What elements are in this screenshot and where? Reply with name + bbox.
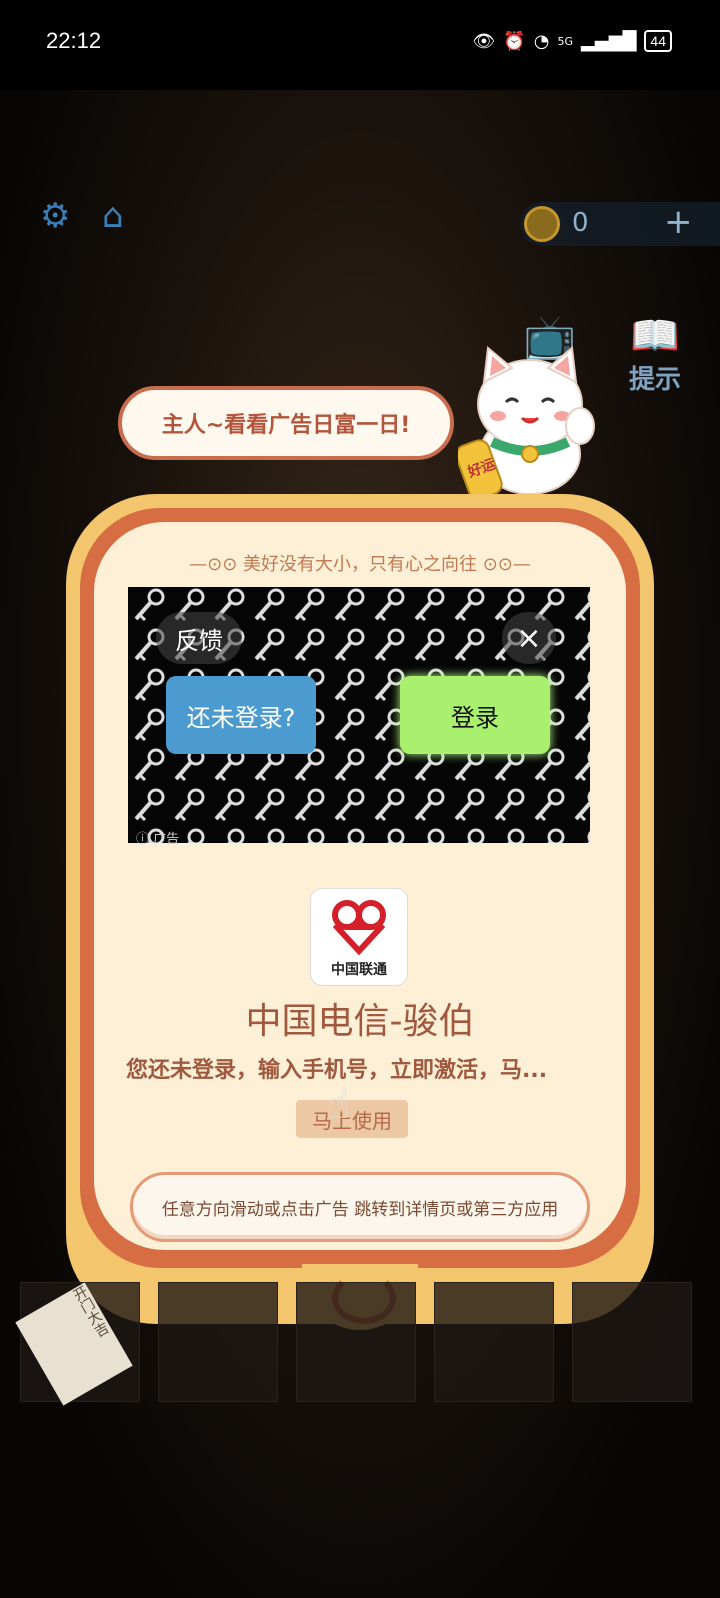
swipe-hint-button[interactable]: 任意方向滑动或点击广告 跳转到详情页或第三方应用 [130,1172,590,1242]
swipe-hand-icon: ☝ [326,1082,351,1128]
lucky-cat-icon: 好运 [458,346,595,500]
alarm-icon: ⏰ [503,30,526,52]
close-icon[interactable]: × [502,612,556,664]
inventory-slot[interactable] [158,1282,278,1402]
app-description: 您还未登录，输入手机号，立即激活，马... [126,1058,548,1083]
motto-text: 美好没有大小，只有心之向往 [243,554,477,575]
inventory-slot[interactable] [296,1282,416,1402]
unicom-knot-icon [332,900,386,956]
book-icon: 📖 [630,313,680,359]
home-icon[interactable]: ⌂ [102,196,124,236]
wifi-icon: ◔ [533,30,550,52]
status-bar: 22:12 👁 ⏰ ◔ 5G ▂▄▆█ 44 [0,0,720,90]
settings-gear-icon[interactable]: ⚙ [40,196,70,236]
inventory-slot[interactable] [434,1282,554,1402]
eye-icon: 👁 [472,30,496,52]
feedback-button[interactable]: 反馈 [156,612,242,664]
coin-icon [524,206,560,242]
app-name: 中国电信-骏伯 [245,1001,475,1042]
app-logo-text: 中国联通 [331,962,387,978]
inventory-slot[interactable] [572,1282,692,1402]
ring-ornament-icon: ⊙⊙— [477,554,531,575]
not-logged-in-button[interactable]: 还未登录? [166,676,316,754]
coin-count: 0 [572,208,589,238]
dialog-motto: —⊙⊙ 美好没有大小，只有心之向往 ⊙⊙— [66,550,654,576]
signal-label: 5G [557,34,574,48]
ad-tag: ⓘ 广告 [136,828,179,847]
status-icons: 👁 ⏰ ◔ 5G ▂▄▆█ 44 [473,30,672,52]
status-time: 22:12 [46,28,102,53]
app-logo[interactable]: 中国联通 [310,888,408,986]
battery-icon: 44 [644,30,672,52]
ring-ornament-icon: —⊙⊙ [189,554,243,575]
hint-label: 提示 [628,365,681,395]
speech-bubble: 主人~看看广告日富一日! [118,386,454,460]
login-button[interactable]: 登录 [400,676,550,754]
ad-info-icon: ⓘ [136,832,154,847]
ad-tag-text: 广告 [153,832,180,847]
add-coins-button[interactable]: + [664,202,693,242]
use-now-button[interactable]: 马上使用 [296,1100,408,1138]
coin-bar: 0 + [520,202,720,246]
signal-icon: ▂▄▆█ [581,30,637,52]
hint-button[interactable]: 📖 提示 [620,312,690,396]
